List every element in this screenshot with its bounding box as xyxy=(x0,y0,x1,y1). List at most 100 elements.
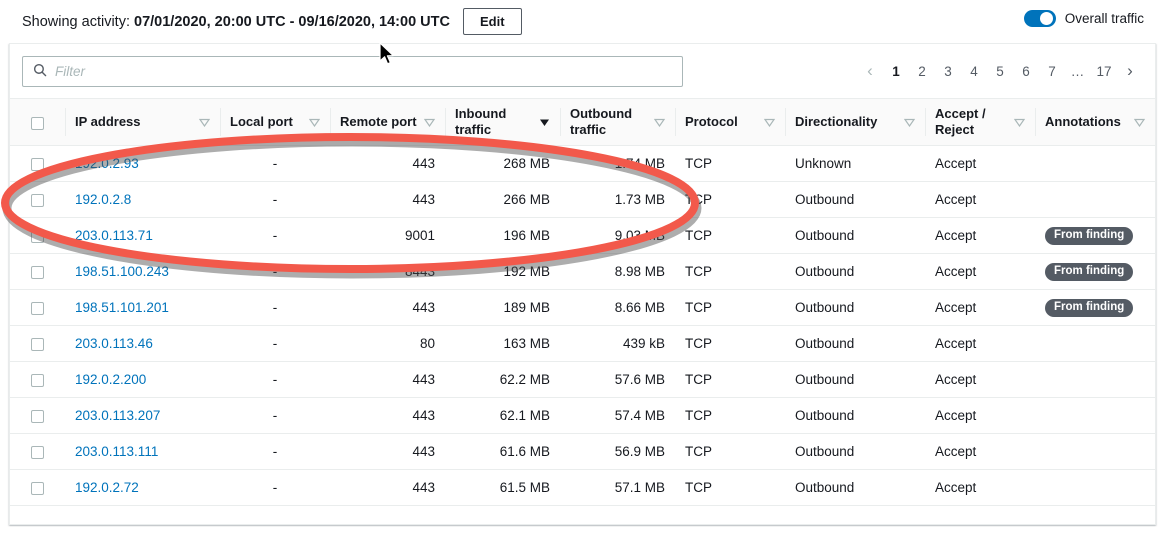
pagination-page-7[interactable]: 7 xyxy=(1039,58,1065,84)
table-row[interactable]: 192.0.2.72 - 443 61.5 MB 57.1 MB TCP Out… xyxy=(10,469,1155,506)
table-row[interactable]: 198.51.101.201 - 443 189 MB 8.66 MB TCP … xyxy=(10,289,1155,326)
table-row[interactable]: 192.0.2.200 - 443 62.2 MB 57.6 MB TCP Ou… xyxy=(10,361,1155,398)
row-checkbox[interactable] xyxy=(31,157,44,171)
cell-directionality: Outbound xyxy=(785,181,925,218)
table-row[interactable]: 192.0.2.93 - 443 268 MB 1.74 MB TCP Unkn… xyxy=(10,145,1155,182)
table-body: 192.0.2.93 - 443 268 MB 1.74 MB TCP Unkn… xyxy=(10,145,1155,506)
cell-ip-address: 203.0.113.111 xyxy=(65,433,220,470)
cell-protocol: TCP xyxy=(675,469,785,506)
table-row[interactable]: 203.0.113.71 - 9001 196 MB 9.03 MB TCP O… xyxy=(10,217,1155,254)
cell-annotations: From finding xyxy=(1035,289,1155,326)
cell-directionality: Outbound xyxy=(785,397,925,434)
cell-directionality: Outbound xyxy=(785,433,925,470)
cell-accept-reject: Accept xyxy=(925,145,1035,182)
ip-address-link[interactable]: 198.51.101.201 xyxy=(75,300,169,315)
table-tools-row: ‹ 1 2 3 4 5 6 7 … 17 › xyxy=(10,44,1155,98)
cell-local-port: - xyxy=(220,181,330,218)
ip-address-link[interactable]: 203.0.113.71 xyxy=(75,228,153,243)
cell-inbound-traffic: 266 MB xyxy=(445,181,560,218)
ip-address-link[interactable]: 198.51.100.243 xyxy=(75,264,169,279)
cell-directionality: Outbound xyxy=(785,289,925,326)
cell-ip-address: 203.0.113.207 xyxy=(65,397,220,434)
table-row[interactable]: 203.0.113.111 - 443 61.6 MB 56.9 MB TCP … xyxy=(10,433,1155,470)
row-select-cell xyxy=(10,217,65,254)
pagination-page-5[interactable]: 5 xyxy=(987,58,1013,84)
select-all-checkbox[interactable] xyxy=(31,116,44,130)
sort-icon-outbound-traffic xyxy=(653,115,666,130)
row-checkbox[interactable] xyxy=(31,301,44,315)
table-row[interactable]: 198.51.100.243 - 8443 192 MB 8.98 MB TCP… xyxy=(10,253,1155,290)
column-header-inbound-traffic[interactable]: Inbound traffic xyxy=(445,98,560,146)
cell-accept-reject: Accept xyxy=(925,325,1035,362)
page-root: Showing activity: 07/01/2020, 20:00 UTC … xyxy=(0,0,1165,533)
column-header-ip-address[interactable]: IP address xyxy=(65,98,220,146)
column-header-accept-reject[interactable]: Accept / Reject xyxy=(925,98,1035,146)
pagination-page-4[interactable]: 4 xyxy=(961,58,987,84)
cell-inbound-traffic: 268 MB xyxy=(445,145,560,182)
pagination-page-17[interactable]: 17 xyxy=(1091,58,1117,84)
column-header-directionality[interactable]: Directionality xyxy=(785,98,925,146)
column-header-protocol[interactable]: Protocol xyxy=(675,98,785,146)
pagination-next-button[interactable]: › xyxy=(1117,58,1143,84)
cell-local-port: - xyxy=(220,433,330,470)
annotation-badge[interactable]: From finding xyxy=(1045,263,1134,281)
ip-address-link[interactable]: 203.0.113.46 xyxy=(75,336,153,351)
row-checkbox[interactable] xyxy=(31,445,44,459)
cell-local-port: - xyxy=(220,253,330,290)
table-row[interactable]: 203.0.113.46 - 80 163 MB 439 kB TCP Outb… xyxy=(10,325,1155,362)
sort-icon-inbound-traffic-active xyxy=(539,115,550,130)
pagination-page-1[interactable]: 1 xyxy=(883,58,909,84)
edit-date-range-button[interactable]: Edit xyxy=(462,8,522,35)
pagination-prev-button[interactable]: ‹ xyxy=(857,58,883,84)
cell-inbound-traffic: 192 MB xyxy=(445,253,560,290)
table-row[interactable]: 203.0.113.207 - 443 62.1 MB 57.4 MB TCP … xyxy=(10,397,1155,434)
cell-local-port: - xyxy=(220,397,330,434)
pagination-page-3[interactable]: 3 xyxy=(935,58,961,84)
ip-address-link[interactable]: 192.0.2.200 xyxy=(75,372,146,387)
cell-inbound-traffic: 163 MB xyxy=(445,325,560,362)
pagination-page-6[interactable]: 6 xyxy=(1013,58,1039,84)
overall-traffic-toggle[interactable] xyxy=(1023,10,1056,27)
ip-address-link[interactable]: 192.0.2.72 xyxy=(75,480,139,495)
cell-local-port: - xyxy=(220,361,330,398)
ip-address-link[interactable]: 203.0.113.111 xyxy=(75,444,158,459)
cell-directionality: Outbound xyxy=(785,469,925,506)
cell-outbound-traffic: 439 kB xyxy=(560,325,675,362)
pagination-ellipsis: … xyxy=(1070,63,1086,79)
column-header-annotations[interactable]: Annotations xyxy=(1035,98,1155,146)
activity-table-panel: ‹ 1 2 3 4 5 6 7 … 17 › xyxy=(9,43,1156,525)
filter-field[interactable] xyxy=(22,55,683,87)
row-checkbox[interactable] xyxy=(31,193,44,207)
cell-protocol: TCP xyxy=(675,325,785,362)
table-row[interactable]: 192.0.2.8 - 443 266 MB 1.73 MB TCP Outbo… xyxy=(10,181,1155,218)
cell-outbound-traffic: 8.66 MB xyxy=(560,289,675,326)
cell-directionality: Outbound xyxy=(785,253,925,290)
cell-inbound-traffic: 61.6 MB xyxy=(445,433,560,470)
ip-address-link[interactable]: 203.0.113.207 xyxy=(75,408,160,423)
ip-address-link[interactable]: 192.0.2.93 xyxy=(75,156,139,171)
cell-outbound-traffic: 1.73 MB xyxy=(560,181,675,218)
annotation-badge[interactable]: From finding xyxy=(1045,227,1134,245)
overall-traffic-toggle-group[interactable]: Overall traffic xyxy=(1023,10,1144,27)
column-header-remote-port[interactable]: Remote port xyxy=(330,98,445,146)
cell-ip-address: 192.0.2.93 xyxy=(65,145,220,182)
annotation-badge[interactable]: From finding xyxy=(1045,299,1134,317)
column-header-outbound-traffic[interactable]: Outbound traffic xyxy=(560,98,675,146)
row-checkbox[interactable] xyxy=(31,373,44,387)
row-checkbox[interactable] xyxy=(31,409,44,423)
column-header-local-port[interactable]: Local port xyxy=(220,98,330,146)
row-select-cell xyxy=(10,181,65,218)
activity-table: IP address Local port Remote port Inboun… xyxy=(10,98,1155,506)
pagination-page-2[interactable]: 2 xyxy=(909,58,935,84)
filter-input[interactable] xyxy=(55,63,655,79)
cell-outbound-traffic: 57.6 MB xyxy=(560,361,675,398)
cell-local-port: - xyxy=(220,469,330,506)
row-checkbox[interactable] xyxy=(31,337,44,351)
showing-activity: Showing activity: 07/01/2020, 20:00 UTC … xyxy=(22,8,522,35)
ip-address-link[interactable]: 192.0.2.8 xyxy=(75,192,131,207)
row-select-cell xyxy=(10,469,65,506)
row-checkbox[interactable] xyxy=(31,265,44,279)
row-checkbox[interactable] xyxy=(31,481,44,495)
row-checkbox[interactable] xyxy=(31,229,44,243)
cell-remote-port: 443 xyxy=(330,289,445,326)
